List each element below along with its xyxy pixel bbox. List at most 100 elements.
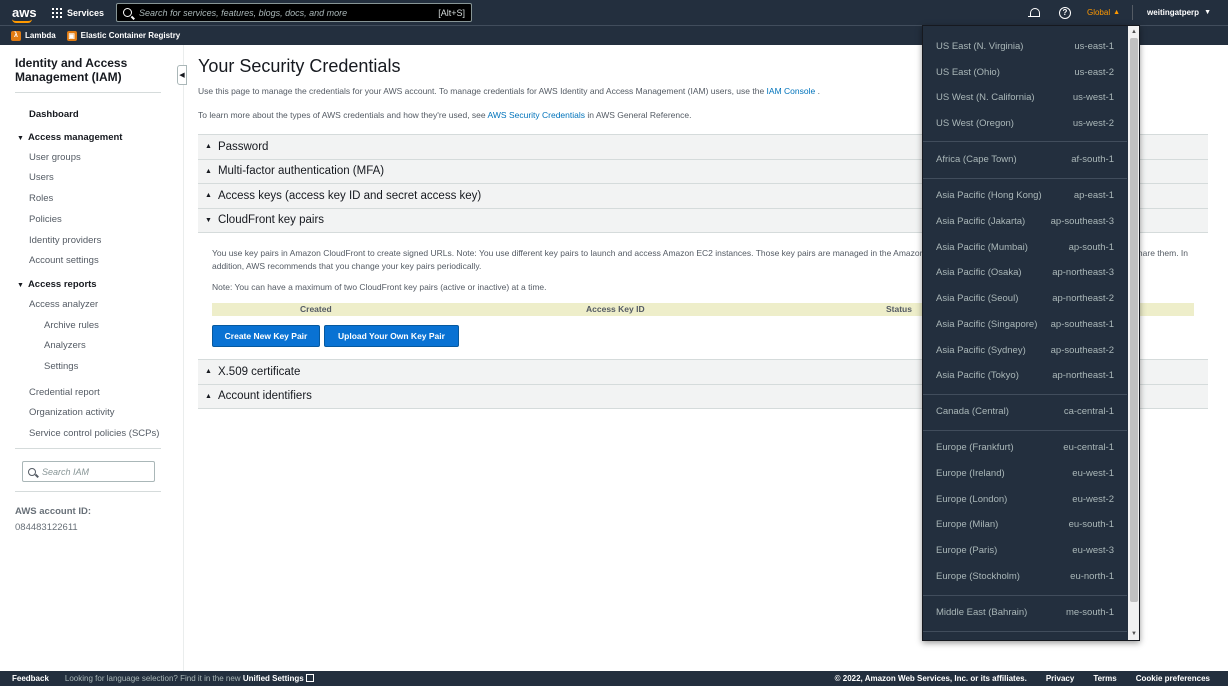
region-name: Asia Pacific (Mumbai)	[936, 242, 1028, 253]
intro-paragraph-2: To learn more about the types of AWS cre…	[198, 110, 691, 120]
region-name: Asia Pacific (Seoul)	[936, 293, 1019, 304]
sidebar-item-identity-providers[interactable]: Identity providers	[29, 235, 101, 246]
region-divider	[923, 141, 1127, 142]
region-code: us-west-1	[1072, 92, 1114, 103]
sidebar-item-organization-activity[interactable]: Organization activity	[29, 407, 115, 418]
chevron-left-icon[interactable]: ◀	[177, 65, 187, 85]
region-option[interactable]: Canada (Central) ca-central-1	[936, 406, 1114, 417]
region-option[interactable]: US East (N. Virginia) us-east-1	[936, 41, 1114, 52]
cloudfront-note: Note: You can have a maximum of two Clou…	[212, 282, 547, 292]
feedback-link[interactable]: Feedback	[12, 674, 49, 683]
section-label: Access management	[27, 132, 123, 143]
sidebar-item-settings[interactable]: Settings	[44, 361, 78, 372]
account-label: weitingatperp	[1147, 8, 1200, 17]
account-id-value: 084483122611	[15, 522, 78, 533]
region-name: Europe (Ireland)	[936, 468, 1005, 479]
region-code: ap-northeast-2	[1052, 293, 1114, 304]
global-search-input[interactable]	[139, 7, 439, 18]
iam-console-link[interactable]: IAM Console	[767, 86, 816, 96]
sidebar-item-credential-report[interactable]: Credential report	[29, 387, 100, 398]
search-icon	[28, 467, 36, 476]
aws-logo[interactable]: aws	[12, 6, 42, 23]
region-selector[interactable]: Global ▲	[1086, 5, 1134, 20]
sidebar-section-access-reports[interactable]: ▼ Access reports	[17, 279, 97, 290]
region-option[interactable]: Europe (Frankfurt) eu-central-1	[936, 442, 1114, 453]
sidebar-title[interactable]: Identity and Access Management (IAM)	[15, 56, 161, 84]
footer: Feedback Looking for language selection?…	[0, 671, 1228, 686]
region-code: eu-west-1	[1072, 468, 1114, 479]
sidebar-divider	[15, 92, 161, 93]
region-option[interactable]: Asia Pacific (Jakarta) ap-southeast-3	[936, 216, 1114, 227]
region-code: us-east-2	[1074, 67, 1114, 78]
region-option[interactable]: US West (Oregon) us-west-2	[936, 118, 1114, 129]
region-option[interactable]: US East (Ohio) us-east-2	[936, 67, 1114, 78]
copyright: © 2022, Amazon Web Services, Inc. or its…	[834, 674, 1027, 683]
sidebar-item-dashboard[interactable]: Dashboard	[29, 109, 79, 120]
favorite-ecr[interactable]: ▣ Elastic Container Registry	[66, 30, 180, 41]
unified-settings-link[interactable]: Unified Settings	[243, 674, 304, 683]
lambda-icon: λ	[11, 30, 21, 41]
region-option[interactable]: Asia Pacific (Sydney) ap-southeast-2	[936, 345, 1114, 356]
region-code: ap-south-1	[1068, 242, 1114, 253]
region-name: US East (Ohio)	[936, 67, 1000, 78]
sidebar-section-access-management[interactable]: ▼ Access management	[17, 132, 122, 143]
sidebar-item-roles[interactable]: Roles	[29, 193, 53, 204]
account-menu[interactable]: weitingatperp ▼	[1147, 8, 1211, 17]
region-option[interactable]: Asia Pacific (Mumbai) ap-south-1	[936, 242, 1114, 253]
region-option[interactable]: Asia Pacific (Tokyo) ap-northeast-1	[936, 370, 1114, 381]
bell-icon[interactable]	[1027, 6, 1041, 20]
sidebar-item-users[interactable]: Users	[29, 172, 54, 183]
scroll-down-icon[interactable]: ▼	[1129, 629, 1139, 639]
sidebar-search-input[interactable]	[42, 466, 142, 477]
region-option[interactable]: Europe (Milan) eu-south-1	[936, 519, 1114, 530]
aws-security-credentials-link[interactable]: AWS Security Credentials	[488, 110, 585, 120]
top-navigation: aws Services [Alt+S] ? Global▲ weitingat…	[0, 0, 1228, 25]
scroll-up-icon[interactable]: ▲	[1129, 27, 1139, 37]
upload-key-pair-button[interactable]: Upload Your Own Key Pair	[324, 325, 459, 347]
region-option[interactable]: Europe (Paris) eu-west-3	[936, 545, 1114, 556]
sidebar-search[interactable]	[22, 461, 155, 482]
services-button[interactable]: Services	[52, 7, 104, 18]
region-option[interactable]: Africa (Cape Town) af-south-1	[936, 154, 1114, 165]
region-scrollbar-thumb[interactable]	[1130, 38, 1138, 602]
region-code: ap-northeast-1	[1052, 370, 1114, 381]
region-option[interactable]: Asia Pacific (Seoul) ap-northeast-2	[936, 293, 1114, 304]
region-code: eu-west-2	[1072, 494, 1114, 505]
region-code: af-south-1	[1071, 154, 1114, 165]
terms-link[interactable]: Terms	[1093, 674, 1116, 683]
cookie-preferences-link[interactable]: Cookie preferences	[1136, 674, 1210, 683]
sidebar-item-policies[interactable]: Policies	[29, 214, 62, 225]
sidebar-item-analyzers[interactable]: Analyzers	[44, 340, 86, 351]
favorite-lambda[interactable]: λ Lambda	[11, 30, 56, 41]
region-option[interactable]: US West (N. California) us-west-1	[936, 92, 1114, 103]
region-option[interactable]: Europe (Stockholm) eu-north-1	[936, 571, 1114, 582]
caret-down-icon: ▼	[1204, 9, 1211, 16]
region-code: ap-east-1	[1073, 190, 1114, 201]
region-name: Asia Pacific (Jakarta)	[936, 216, 1026, 227]
privacy-link[interactable]: Privacy	[1046, 674, 1074, 683]
region-option[interactable]: Asia Pacific (Osaka) ap-northeast-3	[936, 267, 1114, 278]
global-search[interactable]: [Alt+S]	[116, 3, 473, 22]
region-label: Global	[1086, 8, 1111, 17]
help-icon[interactable]: ?	[1058, 6, 1071, 19]
region-code: ap-northeast-3	[1052, 267, 1114, 278]
region-name: Canada (Central)	[936, 406, 1009, 417]
ecr-icon: ▣	[66, 30, 77, 41]
caret-down-icon: ▼	[17, 135, 24, 142]
region-option[interactable]: Asia Pacific (Hong Kong) ap-east-1	[936, 190, 1114, 201]
sidebar-item-user-groups[interactable]: User groups	[29, 152, 81, 163]
region-option[interactable]: Europe (London) eu-west-2	[936, 494, 1114, 505]
sidebar-item-archive-rules[interactable]: Archive rules	[44, 320, 99, 331]
region-option[interactable]: Middle East (Bahrain) me-south-1	[936, 607, 1114, 618]
region-divider	[923, 595, 1127, 596]
sidebar-item-account-settings[interactable]: Account settings	[29, 255, 99, 266]
region-code: eu-north-1	[1070, 571, 1114, 582]
column-access-key-id: Access Key ID	[586, 304, 645, 314]
intro-paragraph-1: Use this page to manage the credentials …	[198, 86, 820, 96]
create-new-key-pair-button[interactable]: Create New Key Pair	[212, 325, 320, 347]
sidebar-item-scps[interactable]: Service control policies (SCPs)	[29, 428, 159, 439]
sidebar-item-access-analyzer[interactable]: Access analyzer	[29, 299, 98, 310]
region-option[interactable]: Asia Pacific (Singapore) ap-southeast-1	[936, 319, 1114, 330]
region-option[interactable]: Europe (Ireland) eu-west-1	[936, 468, 1114, 479]
caret-up-icon: ▲	[205, 143, 212, 151]
